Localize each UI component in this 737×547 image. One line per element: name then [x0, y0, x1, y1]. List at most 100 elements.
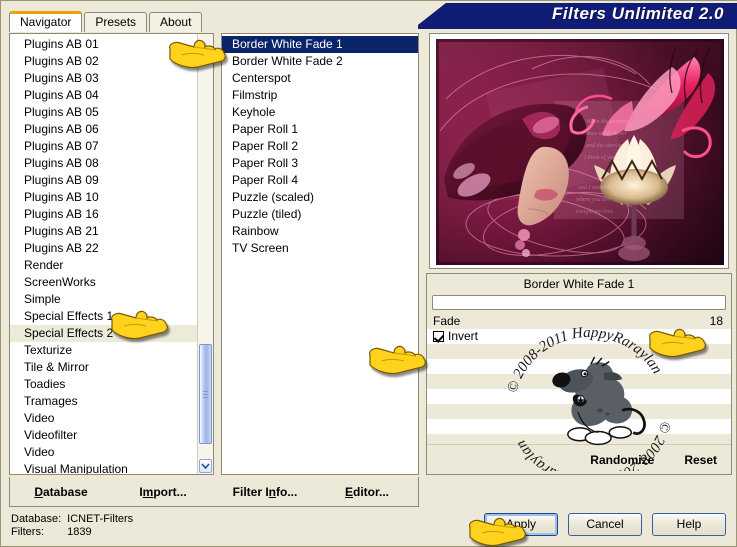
filter-list-item-label: Keyhole	[232, 105, 276, 119]
filter-list-item-label: Border White Fade 2	[232, 54, 343, 68]
category-list-item[interactable]: Tile & Mirror	[10, 359, 213, 376]
filter-list[interactable]: Border White Fade 1 Border White Fade 2 Ce…	[222, 34, 418, 474]
category-list-item-label: Visual Manipulation	[24, 462, 128, 474]
filter-list-item[interactable]: Border White Fade 2	[222, 53, 418, 70]
filter-list-item[interactable]: Puzzle (tiled)	[222, 206, 418, 223]
filter-list-item[interactable]: Paper Roll 3	[222, 155, 418, 172]
parameter-row[interactable]: Fade 18	[427, 314, 731, 329]
filter-list-item-label: Border White Fade 1	[232, 37, 343, 51]
category-list-item[interactable]: Render	[10, 257, 213, 274]
category-list-item-label: Video	[24, 445, 55, 459]
filter-list-item-label: Paper Roll 4	[232, 173, 299, 187]
filter-list-item-label: Centerspot	[232, 71, 291, 85]
category-list-item[interactable]: Texturize	[10, 342, 213, 359]
category-list-item[interactable]: Plugins AB 06	[10, 121, 213, 138]
category-list-item[interactable]: Visual Manipulation	[10, 461, 213, 474]
scrollbar-grip-icon	[203, 391, 208, 398]
import-button[interactable]: Import...	[139, 485, 186, 499]
parameter-row-empty	[427, 389, 731, 404]
preset-name-input[interactable]	[432, 295, 726, 310]
svg-text:and I wonder: and I wonder	[578, 185, 611, 191]
category-list-item[interactable]: Simple	[10, 291, 213, 308]
category-list-item[interactable]: Plugins AB 01	[10, 36, 213, 53]
category-list-item[interactable]: Plugins AB 07	[10, 138, 213, 155]
filter-list-item-label: TV Screen	[232, 241, 289, 255]
editor-button[interactable]: Editor...	[345, 485, 389, 499]
filter-list-item[interactable]: Centerspot	[222, 70, 418, 87]
category-list-item[interactable]: Plugins AB 21	[10, 223, 213, 240]
tab-navigator[interactable]: Navigator	[9, 11, 83, 32]
database-button[interactable]: Database	[34, 485, 87, 499]
filter-list-item[interactable]: Paper Roll 4	[222, 172, 418, 189]
category-list-item[interactable]: Toadies	[10, 376, 213, 393]
category-list-item[interactable]: ScreenWorks	[10, 274, 213, 291]
category-list-item[interactable]: Video	[10, 444, 213, 461]
randomize-button[interactable]: Randomize	[590, 453, 654, 467]
app-title: Filters Unlimited 2.0	[551, 4, 724, 23]
category-list-item-label: Plugins AB 22	[24, 241, 99, 255]
category-list-item[interactable]: Plugins AB 22	[10, 240, 213, 257]
category-list-item-label: Plugins AB 06	[24, 122, 99, 136]
parameter-row-empty	[427, 359, 731, 374]
category-list-item[interactable]: Plugins AB 02	[10, 53, 213, 70]
category-list-item[interactable]: Special Effects 1	[10, 308, 213, 325]
parameter-row-empty	[427, 419, 731, 434]
category-list-item[interactable]: Videofilter	[10, 427, 213, 444]
scroll-down-button[interactable]	[199, 459, 212, 473]
reset-button[interactable]: Reset	[684, 453, 717, 467]
category-list-item[interactable]: Plugins AB 08	[10, 155, 213, 172]
category-list-item[interactable]: Special Effects 2	[10, 325, 213, 342]
category-list-item[interactable]: Plugins AB 16	[10, 206, 213, 223]
category-list-item-label: Tile & Mirror	[24, 360, 89, 374]
category-list-scrollbar[interactable]	[197, 34, 213, 474]
filter-list-item[interactable]: Keyhole	[222, 104, 418, 121]
parameter-row[interactable]: Invert	[427, 329, 731, 344]
parameter-actions: Randomize Reset	[427, 444, 731, 474]
filter-info-button[interactable]: Filter Info...	[233, 485, 298, 499]
import-button-rest: port...	[153, 484, 187, 499]
filter-list-item[interactable]: Paper Roll 1	[222, 121, 418, 138]
filter-list-panel: Border White Fade 1 Border White Fade 2 Ce…	[221, 33, 419, 475]
tab-presets-label: Presets	[95, 15, 137, 29]
category-list-item-label: Plugins AB 02	[24, 54, 99, 68]
tab-presets[interactable]: Presets	[84, 12, 148, 32]
parameter-row-empty	[427, 344, 731, 359]
apply-button[interactable]: Apply	[484, 513, 558, 536]
category-list-item-label: Plugins AB 01	[24, 37, 99, 51]
svg-text:When the evening: When the evening	[586, 119, 629, 125]
category-list-item-label: Plugins AB 03	[24, 71, 99, 85]
category-list[interactable]: Plugins AB 01 Plugins AB 02 Plugins AB 03 P…	[10, 34, 213, 474]
parameter-checkbox-cell: Invert	[433, 329, 478, 344]
filter-list-item-label: Rainbow	[232, 224, 279, 238]
cancel-button[interactable]: Cancel	[568, 513, 642, 536]
category-list-item-label: Special Effects 1	[24, 309, 114, 323]
category-list-item[interactable]: Plugins AB 03	[10, 70, 213, 87]
tab-strip: Navigator Presets About	[9, 11, 203, 32]
filter-list-item[interactable]: Puzzle (scaled)	[222, 189, 418, 206]
dialog-button-row: Apply Cancel Help	[484, 513, 726, 536]
filters-label: Filters:	[11, 526, 44, 538]
category-list-panel: Plugins AB 01 Plugins AB 02 Plugins AB 03 P…	[9, 33, 214, 475]
tab-about[interactable]: About	[149, 12, 203, 32]
filter-list-item[interactable]: Border White Fade 1	[222, 36, 418, 53]
filter-list-item[interactable]: Paper Roll 2	[222, 138, 418, 155]
filter-list-item[interactable]: Filmstrip	[222, 87, 418, 104]
filter-list-item-label: Puzzle (scaled)	[232, 190, 315, 204]
category-list-item[interactable]: Plugins AB 04	[10, 87, 213, 104]
filter-list-item-label: Paper Roll 1	[232, 122, 299, 136]
filter-list-item[interactable]: TV Screen	[222, 240, 418, 257]
category-list-item[interactable]: Plugins AB 09	[10, 172, 213, 189]
filter-info-pre: Filter I	[232, 484, 269, 499]
scrollbar-thumb[interactable]	[199, 344, 212, 444]
category-list-item-label: Special Effects 2	[24, 326, 114, 340]
category-list-item[interactable]: Plugins AB 10	[10, 189, 213, 206]
svg-text:tonight my love: tonight my love	[576, 209, 613, 215]
invert-checkbox[interactable]	[433, 331, 444, 342]
help-button[interactable]: Help	[652, 513, 726, 536]
category-list-item[interactable]: Plugins AB 05	[10, 104, 213, 121]
category-list-item-label: Video	[24, 411, 55, 425]
category-list-item[interactable]: Tramages	[10, 393, 213, 410]
filter-list-item[interactable]: Rainbow	[222, 223, 418, 240]
preview-image[interactable]: When the evening comes softly down and t…	[436, 39, 724, 265]
category-list-item[interactable]: Video	[10, 410, 213, 427]
